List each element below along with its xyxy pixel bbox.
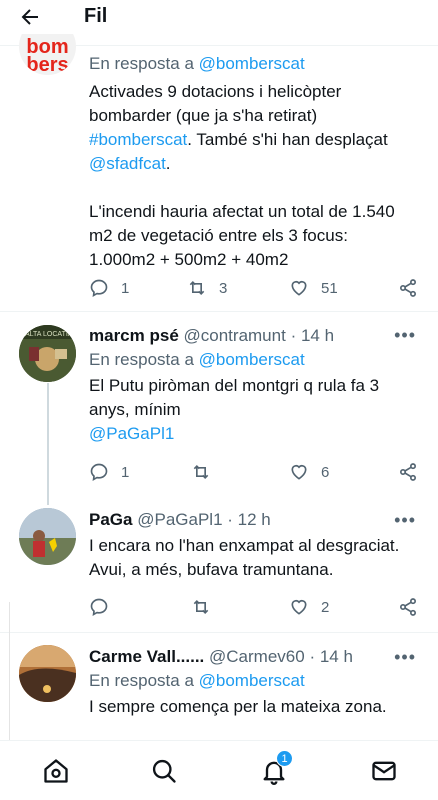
tweet-divider: [0, 311, 438, 312]
share-icon: [400, 463, 416, 481]
reply-prefix: En resposta a: [89, 54, 194, 73]
reply-to-handle[interactable]: @bomberscat: [199, 350, 305, 369]
like-count: 51: [321, 279, 338, 297]
text-line: El Putu piròman del montgri q rula fa 3: [89, 376, 380, 395]
tweet-time[interactable]: · 14 h: [291, 326, 334, 345]
tweet-text: I sempre comença per la mateixa zona.: [89, 695, 424, 719]
comment-icon: [90, 463, 108, 482]
mail-icon[interactable]: [370, 757, 398, 785]
avatar-image: [19, 645, 76, 702]
reply-button[interactable]: [89, 595, 109, 619]
back-arrow-icon[interactable]: [18, 5, 42, 29]
reply-count: 1: [121, 463, 130, 481]
retweet-button[interactable]: 3: [187, 276, 227, 300]
more-options-icon[interactable]: •••: [394, 647, 416, 668]
avatar-marcm[interactable]: ALTA LOCATIA: [19, 325, 76, 382]
author-line: Carme Vall...... @Carmev60 · 14 h: [89, 647, 424, 667]
reply-context: En resposta a @bomberscat: [89, 52, 424, 76]
tweet-time[interactable]: · 12 h: [227, 510, 270, 529]
author-name[interactable]: PaGa: [89, 510, 132, 529]
author-line: marcm psé @contramunt · 14 h: [89, 326, 424, 346]
text-line: anys, mínim: [89, 400, 181, 419]
like-count: 2: [321, 598, 330, 616]
retweet-icon: [193, 599, 209, 615]
heart-icon: [291, 599, 307, 615]
retweet-icon: [189, 280, 205, 296]
reply-prefix: En resposta a: [89, 350, 194, 369]
bottom-navigation: [0, 740, 438, 800]
tweet-text: El Putu piròman del montgri q rula fa 3 …: [89, 374, 424, 446]
share-icon: [400, 598, 416, 616]
text-line: Avui, a més, bufava tramuntana.: [89, 560, 334, 579]
side-edge: [0, 602, 10, 744]
page-title: Fil: [84, 5, 108, 27]
reply-button[interactable]: 1: [89, 276, 129, 300]
avatar-image: [19, 508, 76, 565]
tweet-text: I encara no l'han enxampat al desgraciat…: [89, 534, 424, 582]
reply-context: En resposta a @bomberscat: [89, 348, 424, 372]
top-bar: Fil: [0, 0, 438, 34]
author-name[interactable]: marcm psé: [89, 326, 179, 345]
more-options-icon[interactable]: •••: [394, 510, 416, 531]
like-count: 6: [321, 463, 330, 481]
avatar-paga[interactable]: [19, 508, 76, 565]
share-button[interactable]: [398, 595, 418, 619]
search-icon[interactable]: [150, 757, 178, 785]
text-line: Activades 9 dotacions i helicòpter: [89, 82, 342, 101]
author-handle[interactable]: @PaGaPl1: [137, 510, 222, 529]
reply-count: 1: [121, 279, 130, 297]
thread-line: [47, 383, 49, 505]
mention-link[interactable]: @PaGaPl1: [89, 422, 424, 446]
tweet-divider: [0, 632, 438, 633]
text-segment: . També s'hi han desplaçat: [187, 130, 388, 149]
bombers-logo: bom bers: [26, 36, 69, 75]
like-button[interactable]: 2: [289, 595, 329, 619]
home-icon[interactable]: [42, 757, 70, 785]
reply-prefix: En resposta a: [89, 671, 194, 690]
heart-icon: [291, 464, 307, 480]
text-line: m2 de vegetació entre els 3 focus:: [89, 226, 348, 245]
mention-link[interactable]: @sfadfcat: [89, 154, 166, 173]
reply-context: En resposta a @bomberscat: [89, 669, 424, 693]
avatar-carme[interactable]: [19, 645, 76, 702]
reply-to-handle[interactable]: @bomberscat: [199, 54, 305, 73]
like-button[interactable]: 6: [289, 460, 329, 484]
retweet-button[interactable]: [191, 460, 211, 484]
hashtag-link[interactable]: #bomberscat: [89, 130, 187, 149]
text-line: I encara no l'han enxampat al desgraciat…: [89, 536, 400, 555]
tweet-actions: 2: [89, 595, 419, 619]
svg-text:ALTA LOCATIA: ALTA LOCATIA: [25, 331, 73, 338]
tweet-actions: 1 3 51: [89, 276, 419, 300]
tweet-time[interactable]: · 14 h: [309, 647, 352, 666]
text-line: L'incendi hauria afectat un total de 1.5…: [89, 202, 395, 221]
tweet-actions: 1 6: [89, 460, 419, 484]
notifications-badge: 1: [276, 750, 293, 767]
reply-button[interactable]: 1: [89, 460, 129, 484]
heart-icon: [291, 280, 307, 296]
retweet-icon: [193, 464, 209, 480]
text-line: I sempre comença per la mateixa zona.: [89, 697, 387, 716]
author-handle[interactable]: @contramunt: [184, 326, 286, 345]
text-segment: .: [165, 154, 171, 173]
share-icon: [400, 279, 416, 297]
author-handle[interactable]: @Carmev60: [209, 647, 305, 666]
author-name[interactable]: Carme Vall......: [89, 647, 204, 666]
reply-to-handle[interactable]: @bomberscat: [199, 671, 305, 690]
comment-icon: [90, 279, 108, 298]
author-line: PaGa @PaGaPl1 · 12 h: [89, 510, 424, 530]
avatar-image: ALTA LOCATIA: [19, 325, 76, 382]
share-button[interactable]: [398, 460, 418, 484]
comment-icon: [90, 598, 108, 617]
more-options-icon[interactable]: •••: [394, 325, 416, 346]
retweet-button[interactable]: [191, 595, 211, 619]
text-line: 1.000m2 + 500m2 + 40m2: [89, 250, 289, 269]
text-line: bombarder (que ja s'ha retirat): [89, 106, 318, 125]
share-button[interactable]: [398, 276, 418, 300]
retweet-count: 3: [219, 279, 228, 297]
like-button[interactable]: 51: [289, 276, 338, 300]
tweet-text: Activades 9 dotacions i helicòpter bomba…: [89, 80, 424, 272]
